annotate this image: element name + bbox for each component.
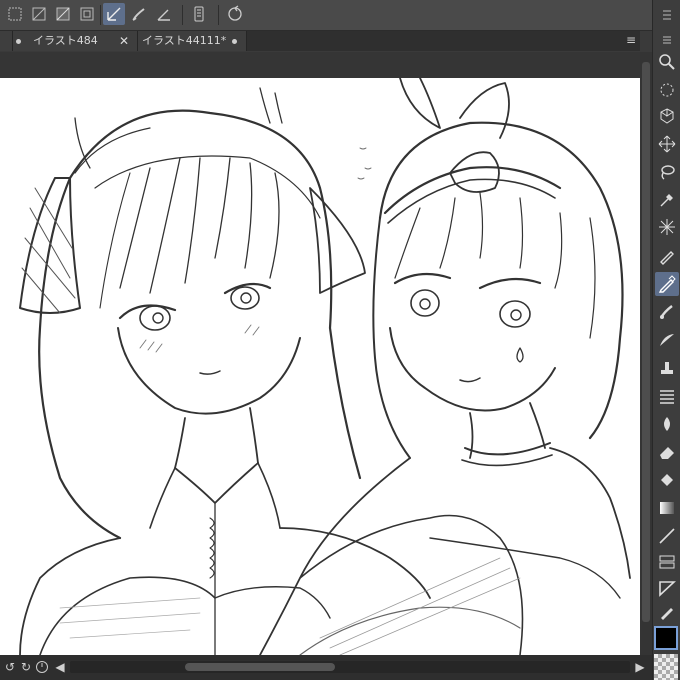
top-toolbar bbox=[0, 0, 680, 31]
rotate-left-icon[interactable]: ↺ bbox=[2, 659, 18, 675]
main-color-swatch[interactable] bbox=[654, 626, 678, 650]
smartphone-icon[interactable] bbox=[188, 3, 210, 25]
select-fill-icon[interactable] bbox=[52, 3, 74, 25]
select-area-icon[interactable] bbox=[28, 3, 50, 25]
frame-icon[interactable] bbox=[655, 550, 679, 574]
reset-rotation-icon[interactable] bbox=[34, 659, 50, 675]
navigator-bar: ↺ ↻ ◀ ▶ bbox=[0, 655, 652, 680]
brush-icon[interactable] bbox=[655, 300, 679, 324]
menu-icon[interactable]: ≡ bbox=[620, 29, 642, 51]
panel-menu-icon[interactable] bbox=[655, 3, 679, 27]
line-icon[interactable] bbox=[655, 524, 679, 548]
tab-label: イラスト484 bbox=[33, 34, 98, 47]
tab-illust-44111[interactable]: イラスト44111* bbox=[138, 31, 247, 51]
correction-icon[interactable] bbox=[655, 600, 679, 624]
eyedropper-icon[interactable] bbox=[655, 188, 679, 212]
stamp-icon[interactable] bbox=[655, 356, 679, 380]
fill-icon[interactable] bbox=[655, 468, 679, 492]
unsaved-dot-icon bbox=[232, 39, 237, 44]
document-tabs: イラスト484 ✕ イラスト44111* ≡ bbox=[0, 31, 640, 51]
frame-select-icon[interactable] bbox=[76, 3, 98, 25]
unsaved-dot-icon bbox=[16, 39, 21, 44]
ruler-icon[interactable] bbox=[655, 576, 679, 600]
pen-icon[interactable] bbox=[655, 244, 679, 268]
transparent-color-swatch[interactable] bbox=[654, 654, 678, 680]
menu-icon[interactable] bbox=[655, 28, 679, 52]
scroll-left-icon[interactable]: ◀ bbox=[52, 659, 68, 675]
move-icon[interactable] bbox=[655, 132, 679, 156]
canvas-header bbox=[0, 52, 640, 78]
airbrush-icon[interactable] bbox=[655, 328, 679, 352]
rotate-icon[interactable] bbox=[224, 3, 246, 25]
lasso-icon[interactable] bbox=[655, 160, 679, 184]
horizontal-scrollbar[interactable] bbox=[70, 661, 630, 673]
brush-tool-icon[interactable] bbox=[128, 3, 150, 25]
sketch-artwork bbox=[19, 78, 631, 655]
select-layer-icon[interactable] bbox=[4, 3, 26, 25]
blend-icon[interactable] bbox=[655, 412, 679, 436]
tool-palette bbox=[652, 0, 680, 680]
lasso-select-icon[interactable] bbox=[655, 78, 679, 102]
close-tab-icon[interactable]: ✕ bbox=[119, 31, 129, 51]
eraser-icon[interactable] bbox=[655, 440, 679, 464]
sparkle-icon[interactable] bbox=[655, 215, 679, 239]
scroll-thumb[interactable] bbox=[642, 62, 650, 622]
pencil-icon[interactable] bbox=[655, 272, 679, 296]
3d-cube-icon[interactable] bbox=[655, 104, 679, 128]
rotate-right-icon[interactable]: ↻ bbox=[18, 659, 34, 675]
gradient-icon[interactable] bbox=[655, 496, 679, 520]
scroll-thumb[interactable] bbox=[185, 663, 335, 671]
vertical-scrollbar[interactable] bbox=[640, 52, 652, 655]
scroll-right-icon[interactable]: ▶ bbox=[632, 659, 648, 675]
tab-label: イラスト44111* bbox=[142, 34, 227, 47]
line-tool-icon[interactable] bbox=[103, 3, 125, 25]
drawing-canvas[interactable] bbox=[0, 78, 640, 655]
ruler-tool-icon[interactable] bbox=[153, 3, 175, 25]
zoom-icon[interactable] bbox=[655, 50, 679, 74]
tab-illust-484[interactable]: イラスト484 ✕ bbox=[13, 31, 138, 51]
layers-icon[interactable] bbox=[655, 384, 679, 408]
